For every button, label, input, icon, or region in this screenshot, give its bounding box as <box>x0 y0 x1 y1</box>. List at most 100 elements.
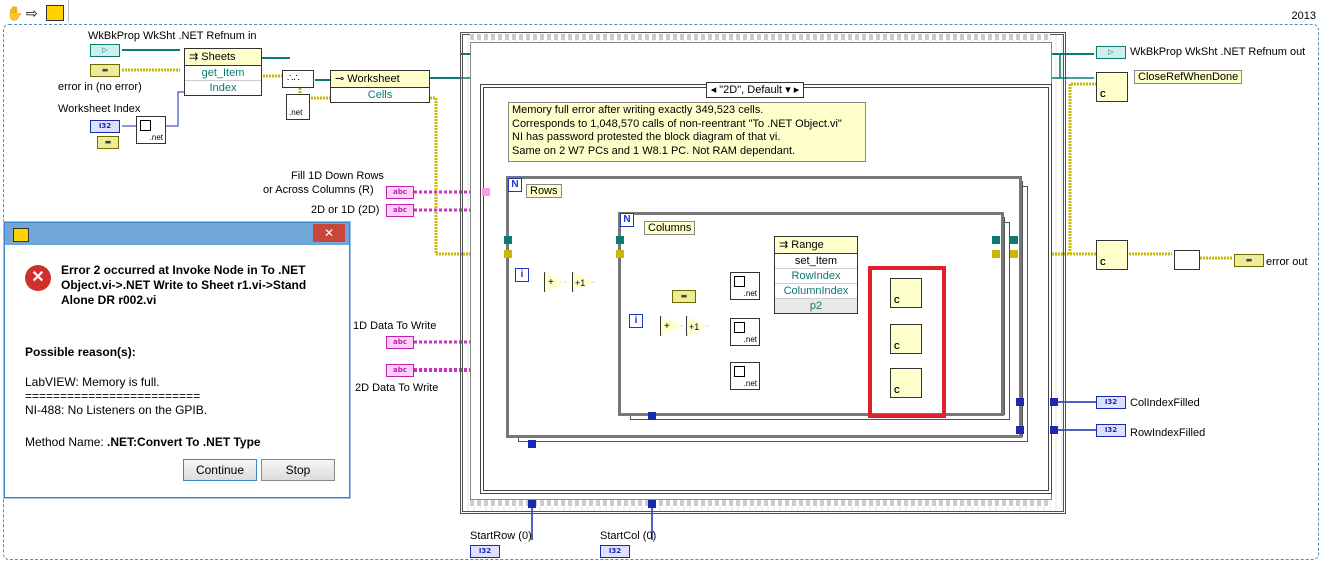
case-prev-icon[interactable]: ◂ <box>711 84 717 96</box>
data-1d-label: 1D Data To Write <box>353 320 437 332</box>
columns-loop-label: Columns <box>644 221 696 235</box>
sheets-invoke-node[interactable]: ⇉ Sheets get_Item Index <box>184 48 262 96</box>
method-name-value: .NET:Convert To .NET Type <box>107 435 261 449</box>
close-reference-node-1[interactable]: C <box>890 278 922 308</box>
range-header: ⇉ Range <box>775 237 857 254</box>
case-selector[interactable]: ◂ "2D", Default ▾ ▸ <box>706 82 804 98</box>
sr-left-error <box>504 236 512 244</box>
net-label-3: .net <box>743 289 757 298</box>
to-net-icon-4 <box>734 366 745 377</box>
range-row-index[interactable]: RowIndex <box>775 269 857 284</box>
tunnel-start-col <box>648 500 656 508</box>
comment-line-1: Memory full error after writing exactly … <box>512 104 764 116</box>
error-out-terminal: ▬ <box>1234 254 1264 267</box>
dim-select-terminal[interactable]: abc <box>386 204 414 217</box>
close-ref-icon-1: C <box>894 296 900 305</box>
sequence-film-bottom <box>470 500 1050 506</box>
rows-iteration-icon: i <box>515 268 529 282</box>
comment-box: Memory full error after writing exactly … <box>508 102 866 162</box>
worksheet-property-node[interactable]: ⊸ Worksheet Cells <box>330 70 430 103</box>
close-ref-when-done-node[interactable]: C <box>1096 72 1128 102</box>
sheets-header-text: Sheets <box>201 51 236 63</box>
worksheet-header-text: Worksheet <box>347 73 400 85</box>
tunnel-start-row <box>528 500 536 508</box>
close-reference-final[interactable]: C <box>1096 240 1128 270</box>
fill-dir-label-1: Fill 1D Down Rows <box>291 170 384 182</box>
range-header-text: Range <box>791 239 824 251</box>
worksheet-index-label: Worksheet Index <box>58 103 141 115</box>
tunnel-row-out <box>1016 426 1024 434</box>
close-reference-node-2[interactable]: C <box>890 324 922 354</box>
col-filled-label: ColIndexFilled <box>1130 397 1200 409</box>
net-class-constant: .net <box>286 94 310 120</box>
error-dialog[interactable]: ✕ ✕ Error 2 occurred at Invoke Node in T… <box>4 222 350 498</box>
tunnel-start-col-2 <box>648 412 656 420</box>
method-prefix: Method Name: <box>25 435 108 449</box>
range-p2[interactable]: p2 <box>775 299 857 313</box>
to-more-specific-node[interactable]: ∴∴ <box>282 70 314 88</box>
range-method[interactable]: set_Item <box>775 254 857 269</box>
net-label: .net <box>149 133 163 142</box>
start-row-terminal[interactable]: I32 <box>470 545 500 558</box>
to-net-icon-3 <box>734 322 745 333</box>
wkbk-in-terminal[interactable]: ▷ <box>90 44 120 57</box>
dialog-titlebar[interactable]: ✕ <box>5 223 349 245</box>
fill-dir-terminal[interactable]: abc <box>386 186 414 199</box>
rows-loop-count-icon: N <box>508 178 522 192</box>
tunnel-start-row-2 <box>528 440 536 448</box>
data-1d-terminal[interactable]: abc <box>386 336 414 349</box>
to-net-object-node-1[interactable]: .net <box>136 116 166 144</box>
continue-button[interactable]: Continue <box>183 459 257 481</box>
sheets-header: ⇉ Sheets <box>185 49 261 66</box>
sr-rows-right <box>1010 236 1018 244</box>
columns-iteration-icon: i <box>629 314 643 328</box>
tunnel-col-seq <box>1050 398 1058 406</box>
wkbk-out-label: WkBkProp WkSht .NET Refnum out <box>1130 46 1306 58</box>
case-next-icon[interactable]: ▸ <box>794 84 800 96</box>
rows-loop-label: Rows <box>526 184 562 198</box>
add-symbol: + <box>548 277 554 288</box>
fill-dir-label-2: or Across Columns (R) <box>263 184 374 196</box>
to-net-object-value[interactable]: .net <box>730 362 760 390</box>
to-net-object-row[interactable]: .net <box>730 272 760 300</box>
increment-symbol: +1 <box>575 278 586 288</box>
increment-symbol-2: +1 <box>689 322 700 332</box>
range-column-index[interactable]: ColumnIndex <box>775 284 857 299</box>
to-net-icon-2 <box>734 276 745 287</box>
data-2d-label: 2D Data To Write <box>355 382 439 394</box>
error-icon: ✕ <box>25 265 51 291</box>
start-col-terminal[interactable]: I32 <box>600 545 630 558</box>
data-2d-terminal[interactable]: abc <box>386 364 414 377</box>
wkbk-in-label: WkBkProp WkSht .NET Refnum in <box>88 30 257 42</box>
dialog-close-button[interactable]: ✕ <box>313 224 345 242</box>
sr-cols-right-2 <box>992 250 1000 258</box>
stop-button[interactable]: Stop <box>261 459 335 481</box>
wkbk-out-terminal: ▷ <box>1096 46 1126 59</box>
error-out-label: error out <box>1266 256 1308 268</box>
sr-left-error-2 <box>504 250 512 258</box>
to-net-icon <box>140 120 151 131</box>
worksheet-cells[interactable]: Cells <box>331 88 429 102</box>
sr-cols-right <box>992 236 1000 244</box>
close-reference-node-3[interactable]: C <box>890 368 922 398</box>
error-constant-inner: ▬ <box>672 290 696 303</box>
range-invoke-node[interactable]: ⇉ Range set_Item RowIndex ColumnIndex p2 <box>774 236 858 314</box>
method-name: Method Name: .NET:Convert To .NET Type <box>25 435 261 449</box>
net-label-5: .net <box>743 379 757 388</box>
sr-rows-right-2 <box>1010 250 1018 258</box>
net-label-2: .net <box>289 108 303 117</box>
wire-error-frame <box>1068 82 1096 254</box>
sheets-param[interactable]: Index <box>185 81 261 95</box>
merge-errors-node[interactable] <box>1174 250 1200 270</box>
worksheet-index-terminal[interactable]: I32 <box>90 120 120 133</box>
to-net-object-col[interactable]: .net <box>730 318 760 346</box>
error-in-label: error in (no error) <box>58 81 142 93</box>
case-dropdown-icon[interactable]: ▾ <box>785 84 791 96</box>
sheets-method[interactable]: get_Item <box>185 66 261 81</box>
reason-gpib: NI-488: No Listeners on the GPIB. <box>25 403 208 417</box>
error-in-terminal[interactable]: ▬ <box>90 64 120 77</box>
close-ref-icon-5: C <box>1100 258 1106 267</box>
close-ref-icon-2: C <box>894 342 900 351</box>
row-filled-terminal: I32 <box>1096 424 1126 437</box>
reason-labview: LabVIEW: Memory is full. <box>25 375 160 389</box>
